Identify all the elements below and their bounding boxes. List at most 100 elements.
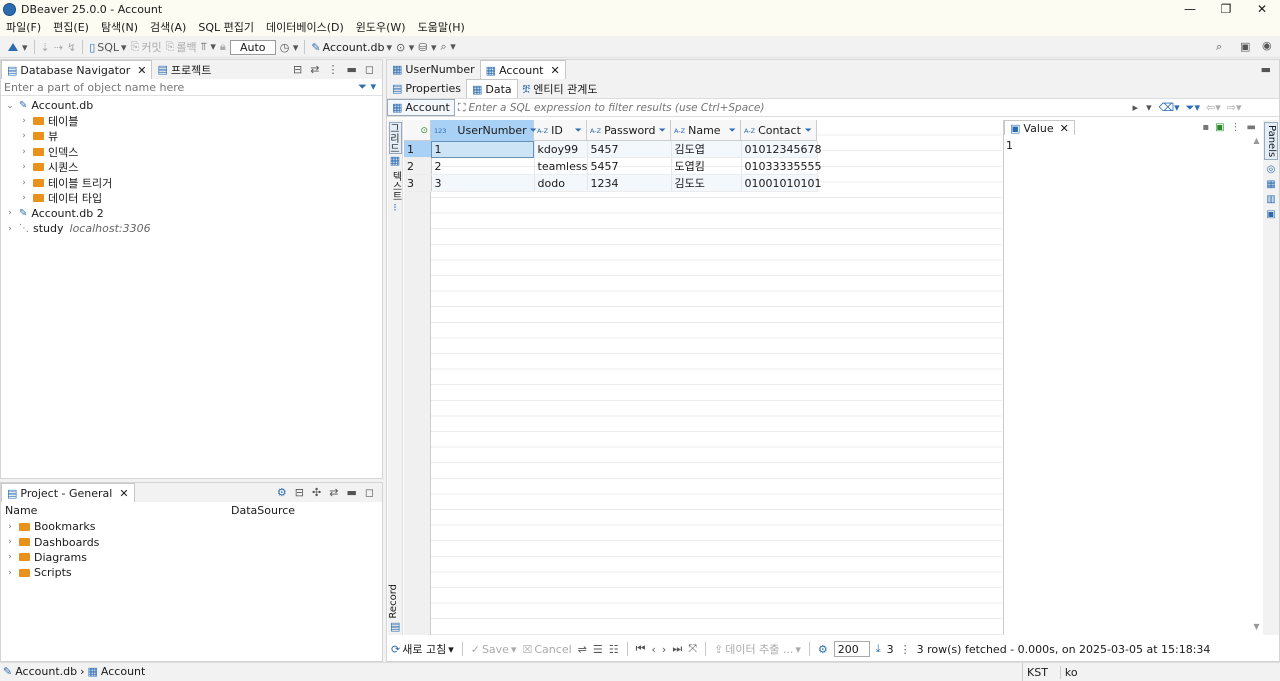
expand-right-icon[interactable]: ›: [19, 147, 29, 157]
table-cell[interactable]: 5457: [587, 141, 672, 158]
grouping-panel-icon[interactable]: ▦: [1263, 177, 1279, 192]
table-cell[interactable]: teamless: [534, 157, 588, 175]
calc-panel-icon[interactable]: ▥: [1263, 192, 1279, 207]
sort-filter-icon[interactable]: ⏷: [659, 126, 670, 136]
next-page-icon[interactable]: ›: [662, 643, 666, 656]
navigator-filter-input[interactable]: [1, 79, 359, 95]
minimize-view-icon[interactable]: ▬: [346, 486, 356, 499]
refresh-button[interactable]: ⟳ 새로 고침 ▾: [391, 641, 454, 657]
menu-help[interactable]: 도움말(H): [412, 19, 471, 35]
table-cell[interactable]: 도엽킴: [671, 157, 742, 175]
tree-item[interactable]: › 인덱스: [1, 144, 382, 159]
menu-search[interactable]: 검색(A): [144, 19, 192, 35]
sort-filter-icon[interactable]: ⏷: [575, 126, 586, 136]
expand-right-icon[interactable]: ›: [19, 178, 29, 188]
breadcrumb-datasource[interactable]: Account.db: [15, 665, 77, 678]
expand-right-icon[interactable]: ›: [5, 522, 15, 532]
tab-properties[interactable]: ▤ Properties: [387, 79, 466, 98]
fetch-settings-icon[interactable]: ⚙: [818, 643, 828, 656]
first-page-icon[interactable]: ⏮: [636, 642, 646, 656]
lock-icon[interactable]: 🔒︎: [220, 40, 226, 54]
table-cell[interactable]: 김도도: [671, 174, 742, 192]
value-scrollbar[interactable]: ▲ ▼: [1252, 136, 1261, 631]
disconnect-icon[interactable]: ⇢: [54, 41, 63, 54]
last-page-icon[interactable]: ⏭: [672, 642, 682, 656]
tab-data[interactable]: ▦ Data: [466, 79, 518, 98]
sql-editor-button[interactable]: ▯ SQL ▾: [89, 41, 126, 54]
column-header-datasource[interactable]: DataSource: [231, 504, 295, 517]
record-mode-button[interactable]: Record: [388, 584, 402, 619]
grid-view-button[interactable]: 그리드: [388, 122, 402, 154]
filter-icon[interactable]: ⏷ ▾: [358, 80, 382, 94]
column-header-name[interactable]: Name: [1, 504, 231, 517]
tree-item[interactable]: › 시퀀스: [1, 160, 382, 175]
close-icon[interactable]: ✕: [137, 64, 146, 77]
column-header[interactable]: 123 UserNumber ⏷: [431, 120, 537, 141]
add-row-icon[interactable]: ☰: [593, 643, 603, 656]
minimize-button[interactable]: —: [1172, 0, 1208, 18]
edit-row-icon[interactable]: ⇌: [578, 643, 587, 656]
history-icon[interactable]: ◷ ▾: [280, 41, 299, 54]
menu-navigate[interactable]: 탐색(N): [95, 19, 144, 35]
column-header[interactable]: A-Z ID ⏷: [534, 120, 587, 141]
new-connection-button[interactable]: ▾: [6, 41, 28, 54]
tab-database-navigator[interactable]: ▤ Database Navigator ✕: [1, 60, 153, 79]
row-number[interactable]: 2: [404, 157, 432, 175]
minimize-view-icon[interactable]: ▬: [1261, 63, 1271, 76]
tree-item[interactable]: › 데이터 타입: [1, 190, 382, 205]
save-value-icon[interactable]: ▪: [1202, 122, 1209, 133]
collapse-all-icon[interactable]: ⊟: [295, 486, 304, 499]
menu-database[interactable]: 데이터베이스(D): [260, 19, 350, 35]
back-icon[interactable]: ⇦▾: [1203, 101, 1224, 114]
panels-toggle-button[interactable]: Panels: [1264, 122, 1278, 161]
expand-right-icon[interactable]: ›: [19, 116, 29, 126]
row-count-icon[interactable]: ⤓: [876, 642, 881, 656]
scroll-down-icon[interactable]: ▼: [1253, 622, 1259, 631]
search-tools-icon[interactable]: ⌕ ▾: [441, 40, 456, 54]
menu-file[interactable]: 파일(F): [0, 19, 47, 35]
project-item[interactable]: › Bookmarks: [1, 519, 382, 534]
maximize-view-icon[interactable]: ◻: [365, 486, 374, 499]
expand-right-icon[interactable]: ›: [5, 568, 15, 578]
auto-apply-icon[interactable]: ▣: [1215, 122, 1224, 133]
commit-button[interactable]: ⎘ 커밋: [131, 39, 162, 55]
settings-icon[interactable]: ⚙: [277, 486, 287, 499]
transaction-mode-button[interactable]: ⫪ ▾: [201, 40, 216, 54]
connect-icon[interactable]: ⇣: [41, 41, 50, 54]
cancel-button[interactable]: ☒ Cancel: [523, 643, 572, 656]
table-cell[interactable]: 01001010101: [741, 174, 821, 192]
table-cell[interactable]: 01012345678: [741, 141, 821, 158]
rollback-button[interactable]: ⎘ 롤백: [166, 39, 197, 55]
value-panel-icon[interactable]: ▣: [1263, 207, 1279, 222]
close-window-button[interactable]: ✕: [1244, 0, 1280, 18]
filter-settings-icon[interactable]: ⏷▾: [1183, 101, 1203, 115]
table-row[interactable]: 1 1 kdoy99 5457 김도엽 01012345678: [404, 141, 821, 158]
tree-item[interactable]: ⌄ ✎ Account.db: [1, 98, 382, 113]
tab-entity-diagram[interactable]: ቿ 엔티티 관계도: [518, 79, 603, 98]
delete-row-icon[interactable]: ☷: [609, 643, 619, 656]
tree-item[interactable]: › 테이블: [1, 113, 382, 128]
forward-icon[interactable]: ⇨▾: [1224, 101, 1245, 114]
sort-filter-icon[interactable]: ⏷: [729, 126, 740, 136]
save-button[interactable]: ✓ Save ▾: [471, 643, 517, 656]
column-header[interactable]: A-Z Name ⏷: [671, 120, 741, 141]
erase-filter-icon[interactable]: ⌫▾: [1156, 101, 1183, 114]
prev-page-icon[interactable]: ‹: [652, 643, 656, 656]
link-editor-icon[interactable]: ⇄: [329, 486, 338, 499]
more-actions-icon[interactable]: ⋮: [900, 643, 911, 656]
expand-right-icon[interactable]: ›: [5, 224, 15, 234]
close-icon[interactable]: ✕: [1060, 122, 1069, 135]
tab-project-general[interactable]: ▤ Project - General ✕: [1, 483, 135, 502]
tree-item[interactable]: › ✎ Account.db 2: [1, 206, 382, 221]
apply-filter-icon[interactable]: ▸: [1129, 101, 1143, 114]
table-row[interactable]: 3 3 dodo 1234 김도도 01001010101: [404, 174, 821, 192]
auto-commit-mode[interactable]: Auto: [229, 39, 276, 55]
expand-right-icon[interactable]: ›: [5, 552, 15, 562]
table-cell[interactable]: 3: [431, 174, 535, 192]
filter-history-icon[interactable]: ▾: [1142, 101, 1156, 114]
table-cell[interactable]: dodo: [534, 174, 588, 192]
row-number[interactable]: 1: [404, 141, 432, 158]
expand-right-icon[interactable]: ›: [5, 208, 15, 218]
tab-projects[interactable]: ▤ 프로젝트: [152, 60, 216, 79]
search-icon[interactable]: ⌕: [1216, 40, 1222, 54]
